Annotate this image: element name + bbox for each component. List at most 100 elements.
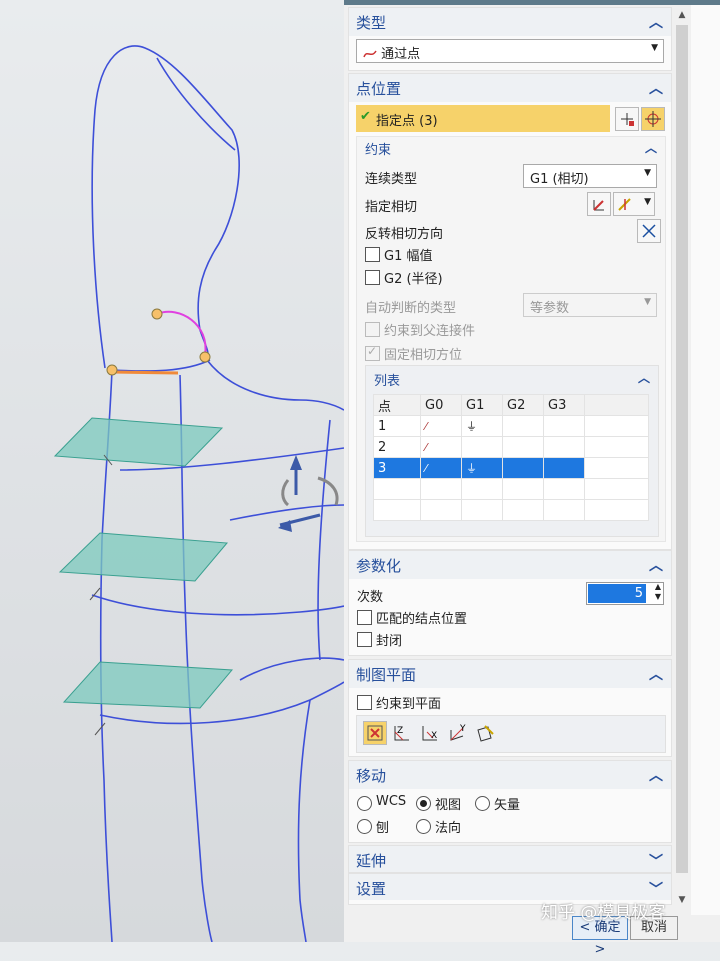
match-knots-checkbox[interactable] bbox=[357, 610, 372, 625]
collapse-chevron-icon[interactable]: ︿ bbox=[649, 664, 663, 684]
scroll-down-icon[interactable]: ▼ bbox=[673, 892, 691, 908]
reverse-direction-icon bbox=[642, 224, 656, 238]
extension-section: 延伸 ︿ bbox=[348, 845, 672, 873]
g1-constraint-icon: ⏚ bbox=[461, 415, 503, 437]
constrain-parent-label: 约束到父连接件 bbox=[384, 324, 476, 339]
type-section-title: 类型 bbox=[356, 14, 387, 32]
collapse-chevron-icon[interactable]: ︿ bbox=[649, 12, 663, 32]
yz-plane-button[interactable]: Z bbox=[391, 722, 413, 744]
specify-point-label: 指定点 (3) bbox=[376, 114, 438, 129]
constraint-group: 约束 ︿ 连续类型 G1 (相切) ▼ 指定相切 ▼ 反转相切方向 G1 幅值 bbox=[356, 136, 666, 542]
extension-title: 延伸 bbox=[356, 852, 387, 870]
vector-dialog-button[interactable] bbox=[587, 192, 611, 216]
spin-down-icon[interactable]: ▼ bbox=[655, 592, 661, 601]
type-dropdown[interactable]: 通过点 ▼ bbox=[356, 39, 664, 63]
point-section-title: 点位置 bbox=[356, 80, 402, 98]
g1-magnitude-label: G1 幅值 bbox=[384, 249, 433, 264]
auto-type-label: 自动判断的类型 bbox=[365, 301, 457, 316]
radio-view[interactable] bbox=[416, 796, 431, 811]
constraint-list-table[interactable]: 点 G0 G1 G2 G3 1 ⁄ ⏚ 2 ⁄ 3 ⁄ ⏚ bbox=[373, 394, 649, 521]
crosshair-icon bbox=[645, 111, 661, 127]
radio-normal[interactable] bbox=[416, 819, 431, 834]
list-group: 列表 ︿ 点 G0 G1 G2 G3 1 ⁄ ⏚ 2 ⁄ 3 ⁄ ⏚ bbox=[365, 365, 659, 537]
constrain-parent-checkbox bbox=[365, 322, 380, 337]
point-snap-button[interactable] bbox=[641, 107, 665, 131]
point-cell: 1 bbox=[373, 415, 421, 437]
expand-chevron-icon[interactable]: ︿ bbox=[649, 878, 663, 898]
table-row[interactable]: 2 ⁄ bbox=[373, 436, 649, 458]
view-plane-icon bbox=[367, 725, 383, 741]
scrollbar-thumb[interactable] bbox=[676, 25, 688, 873]
collapse-chevron-icon[interactable]: ︿ bbox=[649, 78, 663, 98]
scroll-up-icon[interactable]: ▲ bbox=[673, 7, 691, 23]
constrain-to-plane-checkbox[interactable] bbox=[357, 695, 372, 710]
g2-radius-checkbox[interactable] bbox=[365, 270, 380, 285]
radio-wcs[interactable] bbox=[357, 796, 372, 811]
point-cell: 3 bbox=[373, 457, 421, 479]
collapse-chevron-icon[interactable]: ︿ bbox=[649, 765, 663, 785]
dropdown-arrow-icon: ▼ bbox=[644, 297, 651, 307]
expand-chevron-icon[interactable]: ︿ bbox=[649, 850, 663, 870]
reverse-direction-button[interactable] bbox=[637, 219, 661, 243]
degree-label: 次数 bbox=[357, 590, 384, 605]
degree-value-field[interactable]: 5 bbox=[588, 584, 646, 603]
continuity-dropdown[interactable]: G1 (相切) ▼ bbox=[523, 164, 657, 188]
radio-vector[interactable] bbox=[475, 796, 490, 811]
manipulator-icon bbox=[278, 455, 339, 532]
view-plane-button[interactable] bbox=[363, 721, 387, 745]
xz-plane-button[interactable]: X bbox=[419, 722, 441, 744]
point-dialog-button[interactable] bbox=[615, 107, 639, 131]
dropdown-arrow-icon: ▼ bbox=[644, 197, 651, 207]
column-header: G3 bbox=[543, 394, 585, 416]
collapse-chevron-icon[interactable]: ︿ bbox=[638, 369, 650, 386]
xy-plane-button[interactable]: Y bbox=[447, 722, 469, 744]
degree-value: 5 bbox=[634, 586, 643, 601]
table-row[interactable]: 1 ⁄ ⏚ bbox=[373, 415, 649, 437]
watermark: 知乎 @模具极客 bbox=[541, 903, 666, 923]
closed-checkbox[interactable] bbox=[357, 632, 372, 647]
parameterization-header[interactable]: 参数化 ︿ bbox=[349, 551, 671, 579]
g0-constraint-icon: ⁄ bbox=[420, 436, 462, 458]
g1-magnitude-checkbox[interactable] bbox=[365, 247, 380, 262]
vector-type-dropdown[interactable]: ▼ bbox=[613, 192, 655, 216]
dropdown-arrow-icon: ▼ bbox=[651, 43, 658, 53]
svg-text:X: X bbox=[431, 731, 437, 741]
radio-plane[interactable] bbox=[357, 819, 372, 834]
continuity-value: G1 (相切) bbox=[530, 172, 589, 187]
g1-constraint-icon: ⏚ bbox=[461, 457, 503, 479]
extension-header[interactable]: 延伸 ︿ bbox=[349, 846, 671, 872]
inferred-vector-icon bbox=[618, 198, 631, 211]
spline-icon bbox=[363, 50, 377, 58]
fixed-tangent-label: 固定相切方位 bbox=[384, 348, 463, 363]
drawing-plane-header[interactable]: 制图平面 ︿ bbox=[349, 660, 671, 688]
constraint-title: 约束 bbox=[365, 143, 392, 158]
specify-point-row[interactable]: ✔ 指定点 (3) bbox=[356, 105, 610, 132]
collapse-chevron-icon[interactable]: ︿ bbox=[649, 555, 663, 575]
move-header[interactable]: 移动 ︿ bbox=[349, 761, 671, 789]
settings-header[interactable]: 设置 ︿ bbox=[349, 874, 671, 900]
settings-title: 设置 bbox=[356, 880, 387, 898]
type-section: 类型 ︿ 通过点 ▼ bbox=[348, 7, 672, 71]
arbitrary-plane-button[interactable] bbox=[475, 722, 497, 744]
dialog-right-edge bbox=[691, 5, 720, 915]
move-title: 移动 bbox=[356, 767, 387, 785]
g2-radius-label: G2 (半径) bbox=[384, 272, 443, 287]
drawing-plane-section: 制图平面 ︿ 约束到平面 Z X Y bbox=[348, 659, 672, 757]
point-position-section: 点位置 ︿ ✔ 指定点 (3) 约束 ︿ 连续类型 G1 (相切) ▼ 指定相切 bbox=[348, 73, 672, 550]
checkmark-icon: ✔ bbox=[360, 109, 371, 124]
type-section-header[interactable]: 类型 ︿ bbox=[349, 8, 671, 36]
xy-plane-icon: Y bbox=[450, 724, 466, 741]
vector-dialog-icon bbox=[593, 200, 604, 211]
column-header: G0 bbox=[420, 394, 462, 416]
graphics-viewport[interactable] bbox=[0, 0, 344, 942]
table-row-selected[interactable]: 3 ⁄ ⏚ bbox=[373, 457, 649, 479]
spin-up-icon[interactable]: ▲ bbox=[655, 582, 661, 591]
radio-normal-label: 法向 bbox=[435, 821, 462, 836]
dialog-scrollbar[interactable]: ▲ ▼ bbox=[673, 5, 691, 910]
table-row-empty bbox=[373, 499, 649, 521]
constraint-header[interactable]: 约束 ︿ bbox=[357, 137, 665, 159]
degree-spinner[interactable]: 5 ▲ ▼ bbox=[586, 582, 664, 605]
radio-vector-label: 矢量 bbox=[494, 798, 521, 813]
point-section-header[interactable]: 点位置 ︿ bbox=[349, 74, 671, 102]
collapse-chevron-icon[interactable]: ︿ bbox=[645, 139, 657, 156]
